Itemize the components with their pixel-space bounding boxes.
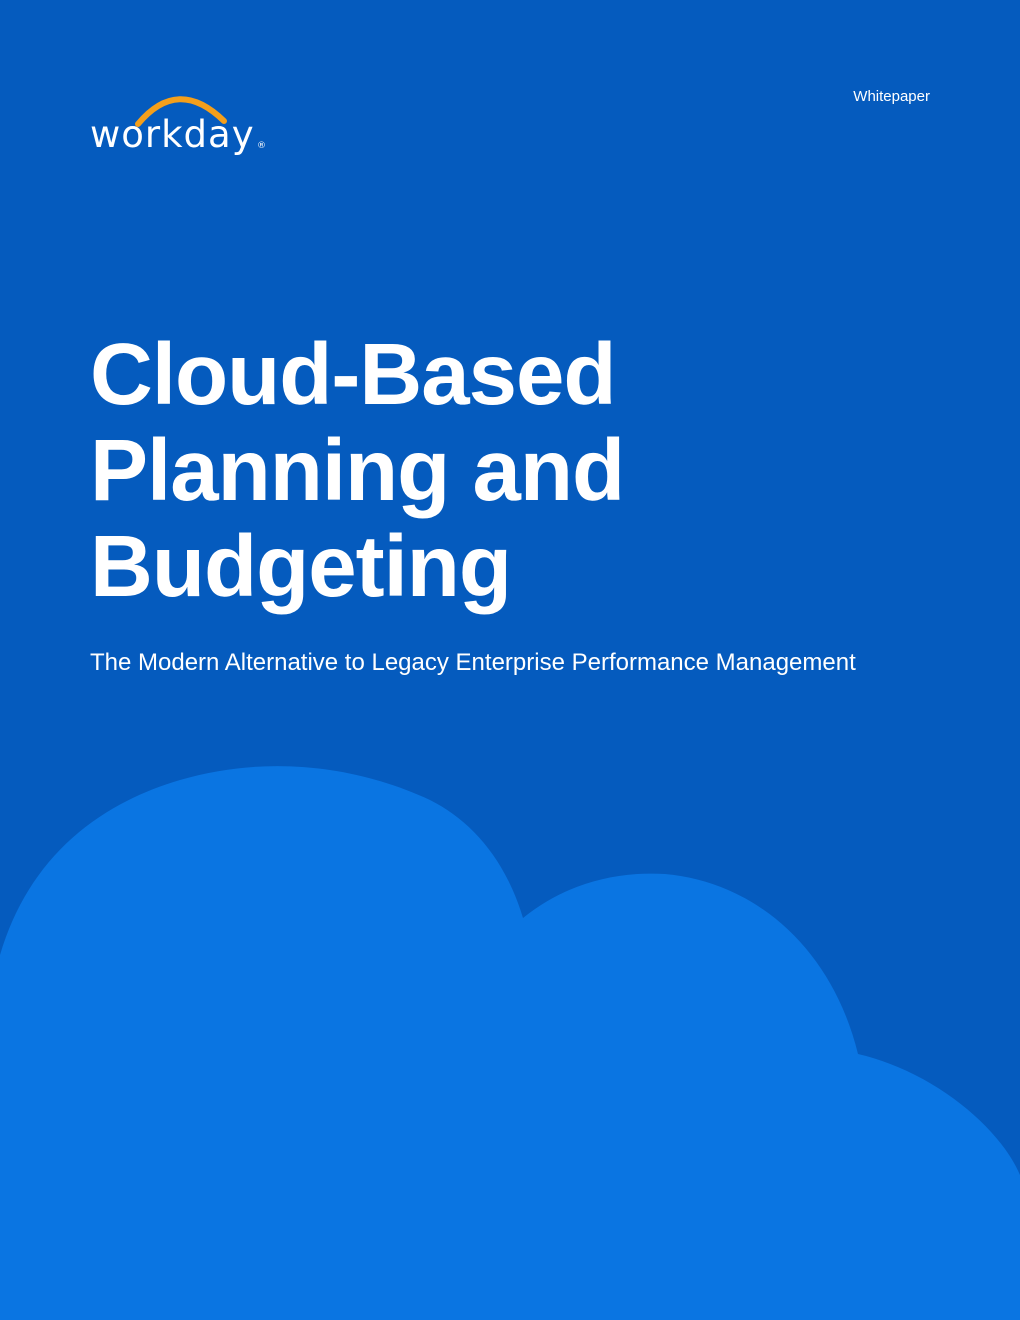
registered-mark: ® bbox=[257, 141, 266, 151]
cover-subtitle: The Modern Alternative to Legacy Enterpr… bbox=[90, 649, 856, 676]
document-type-label: Whitepaper bbox=[853, 88, 930, 105]
document-cover: workday ® Whitepaper Cloud-Based Plannin… bbox=[0, 0, 1020, 1320]
workday-logo: workday ® bbox=[90, 88, 280, 168]
cover-title: Cloud-Based Planning and Budgeting bbox=[90, 326, 625, 615]
title-line-1: Cloud-Based bbox=[90, 326, 617, 423]
title-line-3: Budgeting bbox=[90, 518, 512, 615]
title-line-2: Planning and bbox=[90, 422, 625, 519]
logo-text: workday bbox=[90, 113, 255, 156]
